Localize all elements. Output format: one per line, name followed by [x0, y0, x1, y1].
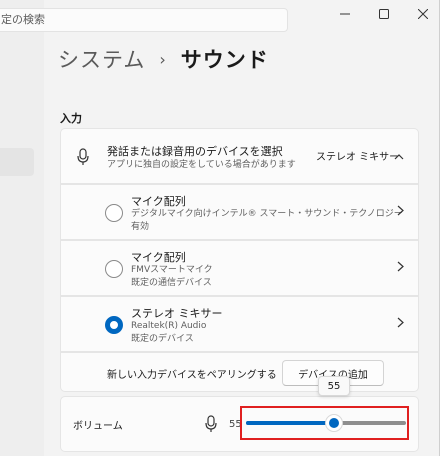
pair-device-row: 新しい入力デバイスをペアリングする デバイスの追加	[60, 352, 419, 392]
device-name: マイク配列	[131, 195, 186, 208]
maximize-button[interactable]	[369, 4, 399, 24]
close-button[interactable]	[408, 4, 438, 24]
breadcrumb: システム › サウンド	[58, 44, 269, 74]
device-status: 既定のデバイス	[131, 334, 194, 344]
device-row[interactable]: ステレオ ミキサー Realtek(R) Audio 既定のデバイス	[60, 296, 419, 352]
maximize-icon	[379, 9, 389, 19]
device-detail: Realtek(R) Audio	[131, 321, 207, 331]
chevron-up-icon	[394, 154, 404, 160]
device-detail: デジタルマイク向けインテル® スマート・サウンド・テクノロジー	[131, 209, 403, 219]
device-radio[interactable]	[105, 204, 123, 222]
breadcrumb-system[interactable]: システム	[58, 44, 145, 74]
highlight-box	[240, 406, 409, 440]
volume-label: ボリューム	[73, 421, 123, 432]
pair-device-label: 新しい入力デバイスをペアリングする	[107, 370, 277, 381]
section-title-input: 入力	[60, 112, 82, 125]
device-status: 有効	[131, 222, 150, 232]
input-header-subtitle: アプリに独自の設定をしている場合があります	[107, 160, 296, 170]
page-title: サウンド	[180, 48, 269, 72]
device-radio-selected[interactable]	[105, 316, 123, 334]
input-header-selected: ステレオ ミキサー	[316, 152, 400, 163]
volume-tooltip: 55	[318, 376, 350, 396]
close-icon	[418, 9, 428, 19]
search-input[interactable]: 定の検索	[0, 8, 288, 32]
chevron-right-icon	[397, 261, 404, 272]
device-name: ステレオ ミキサー	[131, 307, 223, 320]
minimize-button[interactable]	[330, 4, 360, 24]
device-row[interactable]: マイク配列 デジタルマイク向けインテル® スマート・サウンド・テクノロジー 有効	[60, 184, 419, 240]
device-detail: FMVスマートマイク	[131, 265, 213, 275]
settings-window: 定の検索 システム › サウンド 入力 発話または録音用のデバイスを選択 アプリ…	[0, 0, 440, 456]
minimize-icon	[340, 13, 350, 15]
chevron-right-icon	[397, 205, 404, 216]
input-header-title: 発話または録音用のデバイスを選択	[107, 145, 283, 158]
device-status: 既定の通信デバイス	[131, 278, 212, 288]
microphone-icon	[205, 415, 217, 432]
chevron-right-icon	[397, 317, 404, 328]
device-radio[interactable]	[105, 260, 123, 278]
input-device-selector[interactable]: 発話または録音用のデバイスを選択 アプリに独自の設定をしている場合があります ス…	[60, 128, 419, 184]
device-row[interactable]: マイク配列 FMVスマートマイク 既定の通信デバイス	[60, 240, 419, 296]
microphone-icon	[77, 148, 89, 165]
sidebar-item-selected[interactable]	[0, 148, 34, 176]
device-name: マイク配列	[131, 251, 186, 264]
sidebar	[0, 0, 44, 456]
breadcrumb-separator: ›	[159, 49, 167, 69]
